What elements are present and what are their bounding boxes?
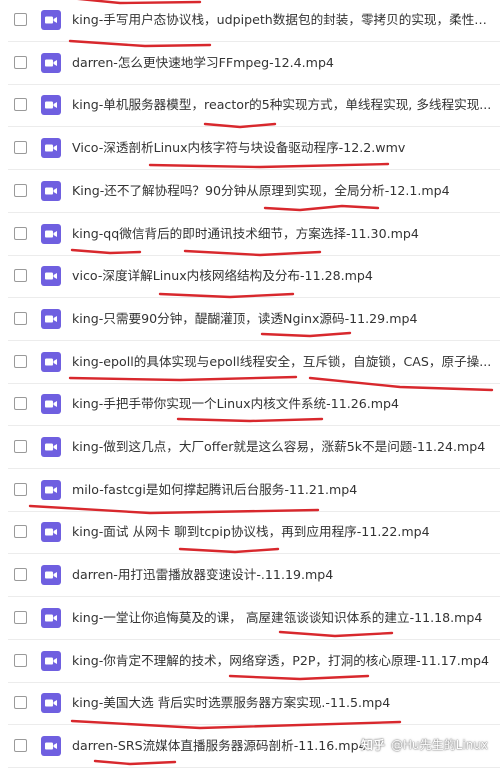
file-name[interactable]: milo-fastcgi是如何撑起腾讯后台服务-11.21.mp4 <box>72 470 492 510</box>
video-file-icon <box>41 693 61 714</box>
file-name[interactable]: king-美国大选 背后实时选票服务器方案实现.-11.5.mp4 <box>72 683 492 723</box>
file-name[interactable]: king-只需要90分钟，醍醐灌顶，读透Nginx源码-11.29.mp4 <box>72 299 492 339</box>
file-name[interactable]: king-单机服务器模型，reactor的5种实现方式，单线程实现, 多线程实现… <box>72 85 492 125</box>
row-checkbox[interactable] <box>14 525 27 539</box>
file-row[interactable]: king-手把手带你实现一个Linux内核文件系统-11.26.mp4 <box>0 384 500 427</box>
file-name[interactable]: king-面试 从网卡 聊到tcpip协议栈，再到应用程序-11.22.mp4 <box>72 512 492 552</box>
file-name[interactable]: king-做到这几点，大厂offer就是这么容易，涨薪5k不是问题-11.24.… <box>72 427 492 467</box>
row-checkbox[interactable] <box>14 610 27 624</box>
file-row[interactable]: king-单机服务器模型，reactor的5种实现方式，单线程实现, 多线程实现… <box>0 85 500 128</box>
file-name[interactable]: king-手把手带你实现一个Linux内核文件系统-11.26.mp4 <box>72 384 492 424</box>
file-row[interactable]: king-你肯定不理解的技术，网络穿透，P2P，打洞的核心原理-11.17.mp… <box>0 641 500 683</box>
file-name[interactable]: Vico-深透剖析Linux内核字符与块设备驱动程序-12.2.wmv <box>72 128 492 168</box>
file-name[interactable]: king-手写用户态协议栈，udpipeth数据包的封装，零拷贝的实现，柔性数组… <box>72 0 492 40</box>
video-file-icon <box>41 138 61 159</box>
file-row[interactable]: king-一堂让你追悔莫及的课， 高屋建瓴谈谈知识体系的建立-11.18.mp4 <box>0 598 500 640</box>
video-file-icon <box>41 266 61 287</box>
video-file-icon <box>41 223 61 244</box>
video-file-icon <box>41 180 61 201</box>
row-checkbox[interactable] <box>14 653 27 667</box>
file-name[interactable]: darren-怎么更快速地学习FFmpeg-12.4.mp4 <box>72 43 492 83</box>
file-name[interactable]: King-还不了解协程吗？90分钟从原理到实现，全局分析-12.1.mp4 <box>72 171 492 211</box>
row-checkbox[interactable] <box>14 440 27 453</box>
row-checkbox[interactable] <box>14 397 27 411</box>
file-row[interactable]: king-epoll的具体实现与epoll线程安全，互斥锁，自旋锁，CAS，原子… <box>0 342 500 384</box>
video-file-icon <box>41 351 61 372</box>
file-row[interactable]: darren-用打迅雷播放器变速设计-.11.19.mp4 <box>0 555 500 598</box>
row-checkbox[interactable] <box>14 269 27 283</box>
video-file-icon <box>41 650 61 671</box>
file-row[interactable]: king-面试 从网卡 聊到tcpip协议栈，再到应用程序-11.22.mp4 <box>0 512 500 555</box>
video-file-icon <box>41 52 61 73</box>
watermark: 知乎 @Hu先生的Linux <box>361 736 488 753</box>
row-checkbox[interactable] <box>14 354 27 368</box>
file-name[interactable]: king-epoll的具体实现与epoll线程安全，互斥锁，自旋锁，CAS，原子… <box>72 342 492 382</box>
file-row[interactable]: king-qq微信背后的即时通讯技术细节，方案选择-11.30.mp4 <box>0 214 500 256</box>
file-name[interactable]: king-qq微信背后的即时通讯技术细节，方案选择-11.30.mp4 <box>72 214 492 254</box>
row-checkbox[interactable] <box>14 13 27 26</box>
row-checkbox[interactable] <box>14 568 27 582</box>
watermark-logo: 知乎 <box>361 738 386 752</box>
row-checkbox[interactable] <box>14 55 27 69</box>
row-checkbox[interactable] <box>14 696 27 710</box>
video-file-icon <box>41 607 61 628</box>
file-row[interactable]: darren-怎么更快速地学习FFmpeg-12.4.mp4 <box>0 43 500 85</box>
video-file-icon <box>41 95 61 116</box>
watermark-text: @Hu先生的Linux <box>391 738 488 752</box>
row-checkbox[interactable] <box>14 141 27 155</box>
file-row[interactable]: king-做到这几点，大厂offer就是这么容易，涨薪5k不是问题-11.24.… <box>0 427 500 469</box>
file-row[interactable]: Vico-深透剖析Linux内核字符与块设备驱动程序-12.2.wmv <box>0 128 500 171</box>
file-row[interactable]: king-手写用户态协议栈，udpipeth数据包的封装，零拷贝的实现，柔性数组… <box>0 0 500 42</box>
video-file-icon <box>41 565 61 586</box>
row-checkbox[interactable] <box>14 482 27 496</box>
video-file-icon <box>41 735 61 756</box>
file-name[interactable]: darren-用打迅雷播放器变速设计-.11.19.mp4 <box>72 555 492 595</box>
video-file-icon <box>41 394 61 415</box>
file-row[interactable]: King-还不了解协程吗？90分钟从原理到实现，全局分析-12.1.mp4 <box>0 171 500 213</box>
file-name[interactable]: king-你肯定不理解的技术，网络穿透，P2P，打洞的核心原理-11.17.mp… <box>72 641 492 681</box>
video-file-icon <box>41 10 61 30</box>
file-row[interactable]: king-美国大选 背后实时选票服务器方案实现.-11.5.mp4 <box>0 683 500 726</box>
row-checkbox[interactable] <box>14 738 27 752</box>
video-file-icon <box>41 522 61 543</box>
file-name[interactable]: king-一堂让你追悔莫及的课， 高屋建瓴谈谈知识体系的建立-11.18.mp4 <box>72 598 492 638</box>
row-checkbox[interactable] <box>14 183 27 197</box>
video-file-icon <box>41 479 61 500</box>
video-file-icon <box>41 308 61 329</box>
row-checkbox[interactable] <box>14 226 27 240</box>
file-name[interactable]: vico-深度详解Linux内核网络结构及分布-11.28.mp4 <box>72 256 492 296</box>
row-checkbox[interactable] <box>14 311 27 325</box>
file-row[interactable]: king-只需要90分钟，醍醐灌顶，读透Nginx源码-11.29.mp4 <box>0 299 500 341</box>
row-checkbox[interactable] <box>14 98 27 112</box>
file-row[interactable]: milo-fastcgi是如何撑起腾讯后台服务-11.21.mp4 <box>0 470 500 512</box>
video-file-icon <box>41 437 61 457</box>
file-row[interactable]: vico-深度详解Linux内核网络结构及分布-11.28.mp4 <box>0 256 500 299</box>
